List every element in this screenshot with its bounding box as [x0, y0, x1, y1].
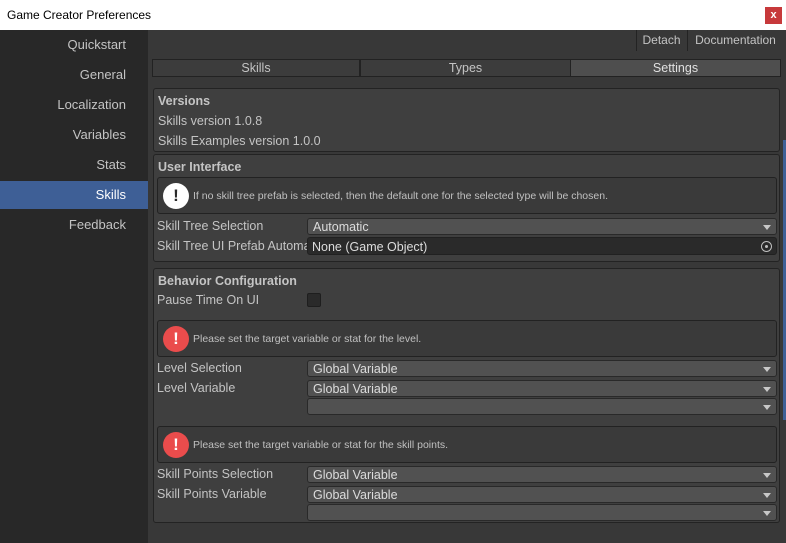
user-interface-heading: User Interface — [158, 160, 242, 174]
skillpoints-variable-sub-dropdown[interactable] — [307, 504, 777, 521]
skills-version: Skills version 1.0.8 — [158, 114, 263, 128]
sidebar-item-stats[interactable]: Stats — [0, 151, 148, 179]
level-selection-dropdown[interactable]: Global Variable — [307, 360, 777, 377]
object-picker-icon[interactable] — [761, 241, 772, 252]
sidebar-item-quickstart[interactable]: Quickstart — [0, 31, 148, 59]
title-bar: Game Creator Preferences x — [0, 0, 786, 30]
detach-button[interactable]: Detach — [636, 30, 686, 51]
sidebar-item-variables[interactable]: Variables — [0, 121, 148, 149]
sidebar-item-feedback[interactable]: Feedback — [0, 211, 148, 239]
skillpoints-error-helpbox: ! Please set the target variable or stat… — [157, 426, 777, 463]
versions-panel: Versions Skills version 1.0.8 Skills Exa… — [153, 88, 780, 152]
info-message: If no skill tree prefab is selected, the… — [193, 190, 608, 202]
chevron-down-icon — [763, 473, 771, 478]
tab-bar: Skills Types Settings — [152, 59, 781, 77]
chevron-down-icon — [763, 511, 771, 516]
behavior-heading: Behavior Configuration — [158, 274, 297, 288]
level-variable-value: Global Variable — [313, 382, 398, 396]
sidebar: Quickstart General Localization Variable… — [0, 30, 148, 543]
prefab-object-field[interactable]: None (Game Object) — [307, 237, 777, 255]
tab-types[interactable]: Types — [360, 59, 571, 77]
info-icon: ! — [163, 183, 189, 209]
level-variable-label: Level Variable — [157, 381, 236, 395]
error-icon: ! — [163, 432, 189, 458]
close-button[interactable]: x — [765, 7, 782, 24]
prefab-label: Skill Tree UI Prefab Automatic — [157, 239, 307, 253]
level-variable-sub-dropdown[interactable] — [307, 398, 777, 415]
tab-skills[interactable]: Skills — [152, 59, 360, 77]
window-title: Game Creator Preferences — [7, 8, 152, 22]
skillpoints-error-message: Please set the target variable or stat f… — [193, 439, 449, 451]
skillpoints-selection-value: Global Variable — [313, 468, 398, 482]
level-variable-dropdown[interactable]: Global Variable — [307, 380, 777, 397]
documentation-button[interactable]: Documentation — [687, 30, 783, 51]
chevron-down-icon — [763, 493, 771, 498]
chevron-down-icon — [763, 387, 771, 392]
skill-tree-selection-value: Automatic — [313, 220, 369, 234]
skillpoints-variable-value: Global Variable — [313, 488, 398, 502]
level-selection-label: Level Selection — [157, 361, 242, 375]
level-selection-value: Global Variable — [313, 362, 398, 376]
examples-version: Skills Examples version 1.0.0 — [158, 134, 321, 148]
error-icon: ! — [163, 326, 189, 352]
skill-tree-selection-label: Skill Tree Selection — [157, 219, 264, 233]
level-error-message: Please set the target variable or stat f… — [193, 333, 422, 345]
skillpoints-variable-label: Skill Points Variable — [157, 487, 267, 501]
skillpoints-variable-dropdown[interactable]: Global Variable — [307, 486, 777, 503]
chevron-down-icon — [763, 405, 771, 410]
skill-tree-selection-dropdown[interactable]: Automatic — [307, 218, 777, 235]
sidebar-item-general[interactable]: General — [0, 61, 148, 89]
sidebar-item-skills[interactable]: Skills — [0, 181, 148, 209]
pause-time-label: Pause Time On UI — [157, 293, 260, 307]
chevron-down-icon — [763, 367, 771, 372]
tab-settings[interactable]: Settings — [570, 59, 781, 77]
chevron-down-icon — [763, 225, 771, 230]
prefab-value: None (Game Object) — [312, 240, 428, 254]
sidebar-item-localization[interactable]: Localization — [0, 91, 148, 119]
level-error-helpbox: ! Please set the target variable or stat… — [157, 320, 777, 357]
info-helpbox: ! If no skill tree prefab is selected, t… — [157, 177, 777, 214]
skillpoints-selection-label: Skill Points Selection — [157, 467, 274, 481]
versions-heading: Versions — [158, 94, 211, 108]
skillpoints-selection-dropdown[interactable]: Global Variable — [307, 466, 777, 483]
pause-time-checkbox[interactable] — [307, 293, 321, 307]
